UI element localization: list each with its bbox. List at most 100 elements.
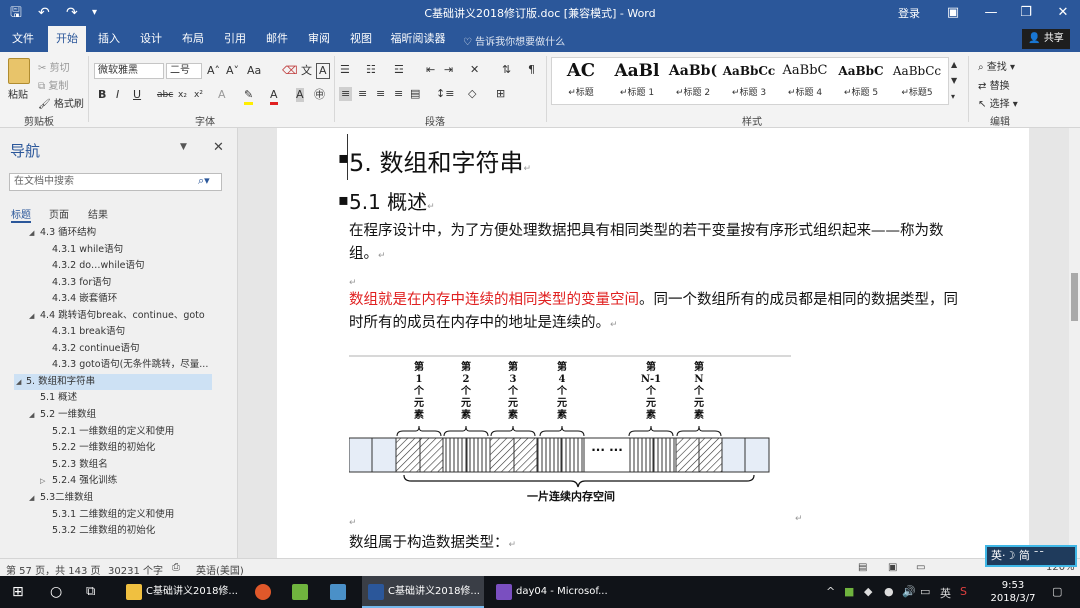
tab-file[interactable]: 文件 (5, 26, 41, 52)
char-border-icon[interactable]: A (316, 63, 330, 79)
windows-start-icon[interactable]: ⊞ (12, 576, 24, 608)
nav-search-input[interactable]: 在文档中搜索 (9, 173, 222, 191)
nav-heading[interactable]: 4.3.2 continue语句 (0, 341, 236, 357)
show-marks-icon[interactable]: ¶ (528, 63, 535, 77)
print-layout-icon[interactable]: ▣ (888, 562, 897, 573)
nav-heading[interactable]: 5.2.1 一维数组的定义和使用 (0, 424, 236, 440)
tray-s-icon[interactable]: S (960, 585, 967, 598)
nav-heading[interactable]: 4.3.1 break语句 (0, 324, 236, 340)
taskbar-word[interactable]: C基础讲义2018修... (362, 576, 484, 608)
tab-view[interactable]: 视图 (344, 26, 378, 52)
gallery-up-icon[interactable]: ▲ (951, 58, 957, 72)
nav-tab-headings[interactable]: 标题 (11, 206, 31, 223)
nav-close-icon[interactable]: ✕ (213, 140, 224, 155)
nav-heading[interactable]: 5.3.2 二维数组的初始化 (0, 523, 236, 539)
text-effects-icon[interactable]: A (218, 88, 226, 102)
change-case-icon[interactable]: Aa (247, 64, 261, 78)
numbering-icon[interactable]: ☷ (366, 63, 376, 77)
nav-heading[interactable]: ◢ 4.4 跳转语句break、continue、goto (0, 308, 236, 324)
close-button[interactable]: ✕ (1052, 3, 1074, 23)
gallery-down-icon[interactable]: ▼ (951, 74, 957, 88)
nav-heading[interactable]: 4.3.4 嵌套循环 (0, 291, 236, 307)
style-heading-1[interactable]: AaBl ↵标题 1 (610, 60, 664, 104)
document-area[interactable]: ▪ 5. 数组和字符串↵ ▪ 5.1 概述↵ 在程序设计中，为了方便处理数据把具… (239, 128, 1069, 558)
paragraph-type[interactable]: 数组属于构造数据类型：↵ (349, 532, 959, 557)
cut-button[interactable]: ✂ 剪切 (38, 59, 70, 74)
nav-heading[interactable]: 5.1 概述 (0, 390, 236, 406)
ribbon-display-icon[interactable]: ▣ (942, 3, 964, 23)
paste-icon[interactable] (8, 58, 30, 84)
maximize-button[interactable]: ❐ (1015, 3, 1037, 23)
paragraph-definition[interactable]: 数组就是在内存中连续的相同类型的变量空间。同一个数组所有的成员都是相同的数据类型… (349, 289, 959, 337)
taskbar-explorer[interactable]: C基础讲义2018修... (120, 576, 242, 608)
copy-button[interactable]: ⧉ 复制 (38, 77, 68, 92)
vertical-scrollbar[interactable] (1069, 128, 1080, 558)
nav-heading[interactable]: 4.3.3 goto语句(无条件跳转，尽量... (0, 357, 236, 373)
tab-references[interactable]: 引用 (218, 26, 252, 52)
align-center-icon[interactable]: ≡ (358, 87, 367, 101)
style-heading-2[interactable]: AaBb( ↵标题 2 (666, 60, 720, 104)
tab-foxit-reader[interactable]: 福昕阅读器 (388, 26, 448, 52)
format-painter-button[interactable]: 🖌 格式刷 (38, 95, 84, 110)
nav-heading-selected[interactable]: ◢ 5. 数组和字符串 (14, 374, 212, 390)
italic-icon[interactable]: I (116, 88, 119, 102)
justify-icon[interactable]: ≡ (394, 87, 403, 101)
nav-heading[interactable]: 5.3.1 二维数组的定义和使用 (0, 507, 236, 523)
collapse-icon[interactable]: ◢ (16, 374, 21, 390)
style-heading-3[interactable]: AaBbCc ↵标题 3 (722, 60, 776, 104)
paste-button[interactable]: 粘贴 (8, 86, 28, 101)
char-shading-icon[interactable]: A (296, 88, 304, 102)
collapse-icon[interactable]: ◢ (29, 407, 34, 423)
language-status[interactable]: 英语(美国) (196, 562, 244, 577)
heading-2[interactable]: 5.1 概述↵ (349, 186, 435, 215)
clock[interactable]: 9:53 2018/3/7 (988, 579, 1038, 605)
style-title[interactable]: AC ↵标题 (554, 60, 608, 104)
tab-review[interactable]: 审阅 (302, 26, 336, 52)
nav-heading[interactable]: 5.2.2 一维数组的初始化 (0, 440, 236, 456)
increase-indent-icon[interactable]: ⇥ (444, 63, 453, 77)
enclose-char-icon[interactable]: ㊥ (314, 88, 325, 102)
task-view-icon[interactable]: ⧉ (86, 576, 95, 608)
replace-button[interactable]: ⇄ 替换 (978, 77, 1010, 92)
empty-paragraph[interactable]: ↵ (349, 270, 959, 288)
subscript-icon[interactable]: x₂ (178, 88, 187, 102)
align-right-icon[interactable]: ≡ (376, 87, 385, 101)
notifications-icon[interactable]: ▢ (1052, 585, 1062, 598)
paragraph-intro[interactable]: 在程序设计中，为了方便处理数据把具有相同类型的若干变量按有序形式组织起来——称为… (349, 220, 959, 268)
nav-tab-results[interactable]: 结果 (88, 206, 108, 221)
nav-heading[interactable]: ◢ 4.3 循环结构 (0, 225, 236, 241)
bold-icon[interactable]: B (98, 88, 106, 102)
firefox-icon[interactable] (255, 584, 271, 600)
find-button[interactable]: ⌕ 查找 ▾ (978, 58, 1015, 73)
tell-me-box[interactable]: ♡ 告诉我你想要做什么 (463, 33, 565, 48)
expand-icon[interactable]: ▷ (40, 473, 45, 489)
strikethrough-icon[interactable]: abc (157, 88, 173, 102)
select-button[interactable]: ↖ 选择 ▾ (978, 95, 1018, 110)
minimize-button[interactable]: — (980, 3, 1002, 23)
nav-heading[interactable]: ◢ 5.3二维数组 (0, 490, 236, 506)
shrink-font-icon[interactable]: A˅ (226, 64, 239, 78)
tab-design[interactable]: 设计 (134, 26, 168, 52)
word-count[interactable]: 30231 个字 (108, 562, 163, 577)
superscript-icon[interactable]: x² (194, 88, 203, 102)
highlight-icon[interactable]: ✎ (244, 88, 254, 105)
nav-heading[interactable]: 4.3.1 while语句 (0, 242, 236, 258)
style-heading-5b[interactable]: AaBbCc ↵标题5 (890, 60, 944, 104)
nav-heading[interactable]: ▷ 5.2.4 强化训练 (0, 473, 236, 489)
underline-icon[interactable]: U (133, 88, 141, 102)
taskbar-visual-studio[interactable]: day04 - Microsof... (490, 576, 616, 608)
tray-app-icon[interactable]: ● (884, 585, 894, 598)
nav-heading[interactable]: ◢ 5.2 一维数组 (0, 407, 236, 423)
tray-app-icon[interactable]: ◆ (864, 585, 872, 598)
network-icon[interactable]: ▭ (920, 585, 930, 598)
decrease-indent-icon[interactable]: ⇤ (426, 63, 435, 77)
nav-tab-pages[interactable]: 页面 (49, 206, 69, 221)
font-name-select[interactable]: 微软雅黑 (94, 63, 164, 79)
nav-heading[interactable]: 4.3.2 do…while语句 (0, 258, 236, 274)
login-link[interactable]: 登录 (898, 5, 920, 21)
nav-heading[interactable]: 5.2.3 数组名 (0, 457, 236, 473)
heading-1[interactable]: 5. 数组和字符串↵ (349, 143, 531, 178)
search-icon[interactable]: ⌕▾ (198, 174, 210, 188)
share-button[interactable]: 👤 共享 (1022, 29, 1070, 49)
volume-icon[interactable]: 🔊 (902, 585, 916, 598)
